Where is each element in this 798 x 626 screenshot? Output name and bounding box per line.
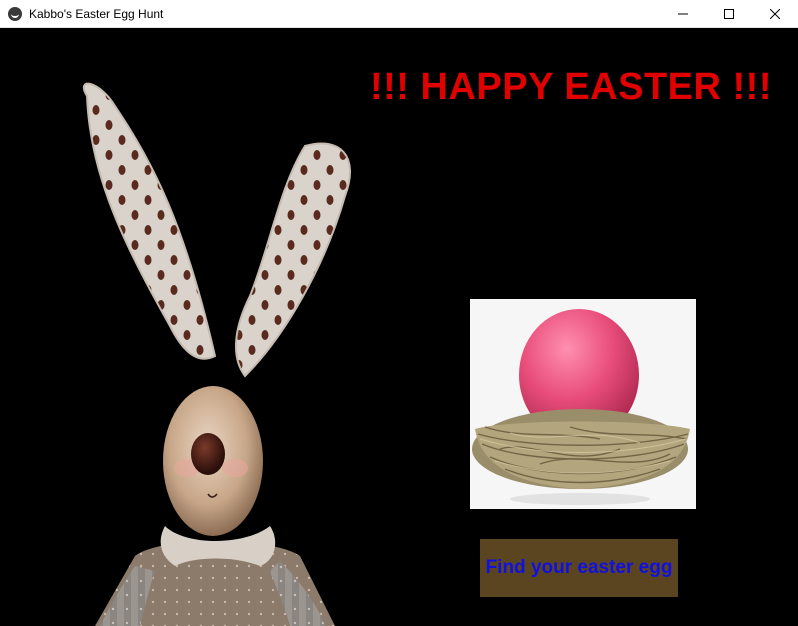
minimize-button[interactable]	[660, 0, 706, 28]
window-title: Kabbo's Easter Egg Hunt	[29, 6, 164, 21]
app-window: Kabbo's Easter Egg Hunt !!! HAPPY EASTER…	[0, 0, 798, 626]
easter-bunny-image	[82, 82, 351, 626]
close-button[interactable]	[752, 0, 798, 28]
find-easter-egg-button[interactable]: Find your easter egg	[480, 539, 678, 597]
minimize-icon	[678, 13, 688, 15]
title-bar[interactable]: Kabbo's Easter Egg Hunt	[0, 0, 798, 28]
happy-easter-headline: !!! HAPPY EASTER !!!	[370, 66, 772, 108]
egg-nest-image	[470, 299, 696, 509]
maximize-icon	[724, 9, 734, 19]
close-icon	[770, 9, 780, 19]
pink-egg-illustration	[470, 299, 696, 509]
window-controls	[660, 0, 798, 28]
main-content: !!! HAPPY EASTER !!! Find your easter eg…	[0, 28, 798, 626]
maximize-button[interactable]	[706, 0, 752, 28]
app-icon	[8, 6, 22, 21]
